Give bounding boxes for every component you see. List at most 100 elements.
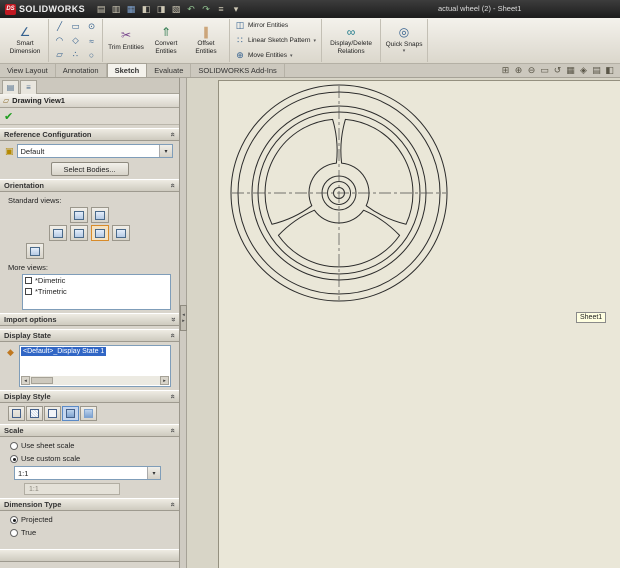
- arc-tool-icon[interactable]: ◠: [52, 34, 67, 47]
- zoom-in-icon[interactable]: ⊕: [513, 65, 524, 76]
- scale-dropdown[interactable]: 1:1 ▾: [14, 466, 161, 480]
- open-icon[interactable]: ▥: [109, 2, 123, 16]
- hidden-lines-removed-button[interactable]: [44, 406, 61, 421]
- sheet-properties-icon[interactable]: ▤: [591, 65, 602, 76]
- zoom-area-icon[interactable]: ▭: [539, 65, 550, 76]
- options-icon[interactable]: ≡: [214, 2, 228, 16]
- section-header-import-options[interactable]: Import options «: [0, 313, 179, 326]
- toolbar-dropdown-icon[interactable]: ▾: [229, 2, 243, 16]
- list-item-trimetric[interactable]: *Trimetric: [23, 286, 170, 297]
- scale-dropdown-arrow-icon[interactable]: ▾: [147, 467, 160, 479]
- dimetric-checkbox[interactable]: [25, 277, 32, 284]
- polygon-tool-icon[interactable]: ◇: [68, 34, 83, 47]
- zoom-out-icon[interactable]: ⊖: [526, 65, 537, 76]
- move-entities-button[interactable]: ⊕ Move Entities ▾: [233, 49, 318, 62]
- wireframe-style-button[interactable]: [8, 406, 25, 421]
- smart-dimension-button[interactable]: ∠ Smart Dimension: [5, 26, 45, 56]
- section-header-orientation[interactable]: Orientation «: [0, 179, 179, 192]
- shaded-style-button[interactable]: [80, 406, 97, 421]
- linear-sketch-pattern-button[interactable]: ∷ Linear Sketch Pattern ▾: [233, 34, 318, 47]
- projected-radio[interactable]: [10, 516, 18, 524]
- solidworks-logo-icon: DS: [5, 4, 16, 15]
- display-style-icon[interactable]: ▦: [565, 65, 576, 76]
- quick-snaps-button[interactable]: ◎ Quick Snaps ▾: [384, 26, 424, 54]
- view-top-button[interactable]: [91, 225, 109, 241]
- feature-manager-tab[interactable]: ≡: [20, 80, 37, 94]
- select-bodies-button[interactable]: Select Bodies...: [51, 162, 129, 176]
- view-back-button[interactable]: [91, 207, 109, 223]
- view-front-button[interactable]: [70, 207, 88, 223]
- tab-view-layout[interactable]: View Layout: [0, 64, 56, 77]
- view-settings-icon[interactable]: ◈: [578, 65, 589, 76]
- ok-check-button[interactable]: ✔: [4, 110, 13, 123]
- splitter-left-icon: ◂: [182, 313, 185, 318]
- view-right-button[interactable]: [70, 225, 88, 241]
- display-style-label: Display Style: [4, 392, 51, 401]
- line-tool-icon[interactable]: ╱: [52, 20, 67, 33]
- point-tool-icon[interactable]: ∴: [68, 48, 83, 61]
- display-state-selected-item[interactable]: <Default>_Display State 1: [21, 347, 106, 356]
- scrollbar-thumb[interactable]: [31, 377, 53, 384]
- trimetric-checkbox[interactable]: [25, 288, 32, 295]
- use-sheet-scale-option[interactable]: Use sheet scale: [10, 441, 179, 450]
- tab-solidworks-add-ins[interactable]: SOLIDWORKS Add-Ins: [191, 64, 284, 77]
- section-header-partial[interactable]: [0, 549, 179, 562]
- true-radio[interactable]: [10, 529, 18, 537]
- circle-tool-icon[interactable]: ⊙: [84, 20, 99, 33]
- undo-icon[interactable]: ↶: [184, 2, 198, 16]
- wheel-drawing-view[interactable]: [219, 78, 459, 313]
- redo-icon[interactable]: ↷: [199, 2, 213, 16]
- quick-snaps-dropdown-icon[interactable]: ▾: [403, 49, 406, 55]
- section-header-reference-configuration[interactable]: Reference Configuration «: [0, 128, 179, 141]
- save-icon[interactable]: ▦: [124, 2, 138, 16]
- projected-option[interactable]: Projected: [10, 515, 179, 524]
- tab-sketch[interactable]: Sketch: [107, 63, 148, 77]
- hidden-lines-visible-button[interactable]: [26, 406, 43, 421]
- true-option[interactable]: True: [10, 528, 179, 537]
- ellipse-tool-icon[interactable]: ▱: [52, 48, 67, 61]
- reference-configuration-label: Reference Configuration: [4, 130, 92, 139]
- section-header-dimension-type[interactable]: Dimension Type «: [0, 498, 179, 511]
- section-header-display-state[interactable]: Display State «: [0, 329, 179, 342]
- use-custom-scale-option[interactable]: Use custom scale: [10, 454, 179, 463]
- sheet-scale-radio[interactable]: [10, 442, 18, 450]
- convert-entities-button[interactable]: ⇑ Convert Entities: [146, 26, 186, 56]
- custom-scale-radio[interactable]: [10, 455, 18, 463]
- configuration-dropdown[interactable]: Default ▾: [17, 144, 173, 158]
- trim-entities-button[interactable]: ✂ Trim Entities: [106, 29, 146, 51]
- tab-evaluate[interactable]: Evaluate: [147, 64, 191, 77]
- offset-entities-button[interactable]: ∥ Offset Entities: [186, 26, 226, 56]
- rectangle-tool-icon[interactable]: ▭: [68, 20, 83, 33]
- section-header-display-style[interactable]: Display Style «: [0, 390, 179, 403]
- expand-icon: «: [168, 317, 177, 321]
- linear-pattern-dropdown-icon[interactable]: ▾: [314, 38, 317, 44]
- display-state-icon: ◆: [4, 345, 17, 358]
- view-bottom-button[interactable]: [112, 225, 130, 241]
- new-document-icon[interactable]: ▤: [94, 2, 108, 16]
- centerline-tool-icon[interactable]: ○: [84, 48, 99, 61]
- list-item-dimetric[interactable]: *Dimetric: [23, 275, 170, 286]
- configuration-dropdown-arrow-icon[interactable]: ▾: [159, 145, 172, 157]
- scroll-left-icon[interactable]: ◂: [21, 376, 30, 385]
- rotate-view-icon[interactable]: ↺: [552, 65, 563, 76]
- panel-splitter-handle[interactable]: ◂ ▸: [180, 305, 187, 331]
- property-manager-tab[interactable]: ▤: [2, 80, 19, 94]
- linear-sketch-pattern-label: Linear Sketch Pattern: [248, 37, 311, 44]
- move-entities-dropdown-icon[interactable]: ▾: [290, 53, 293, 59]
- view-isometric-button[interactable]: [26, 243, 44, 259]
- tab-annotation[interactable]: Annotation: [56, 64, 107, 77]
- view-orientation-icon[interactable]: ◧: [604, 65, 615, 76]
- zoom-fit-icon[interactable]: ⊞: [500, 65, 511, 76]
- spline-tool-icon[interactable]: ≈: [84, 34, 99, 47]
- section-header-scale[interactable]: Scale «: [0, 424, 179, 437]
- graphics-area[interactable]: Sheet1: [187, 78, 620, 568]
- properties-icon[interactable]: ◨: [154, 2, 168, 16]
- display-delete-relations-button[interactable]: ∞ Display/Delete Relations: [325, 26, 377, 56]
- shaded-with-edges-button[interactable]: [62, 406, 79, 421]
- drawing-sheet[interactable]: [218, 80, 620, 568]
- scroll-right-icon[interactable]: ▸: [160, 376, 169, 385]
- mirror-entities-button[interactable]: ◫ Mirror Entities: [233, 19, 318, 32]
- view-left-button[interactable]: [49, 225, 67, 241]
- print-icon[interactable]: ◧: [139, 2, 153, 16]
- rebuild-icon[interactable]: ▧: [169, 2, 183, 16]
